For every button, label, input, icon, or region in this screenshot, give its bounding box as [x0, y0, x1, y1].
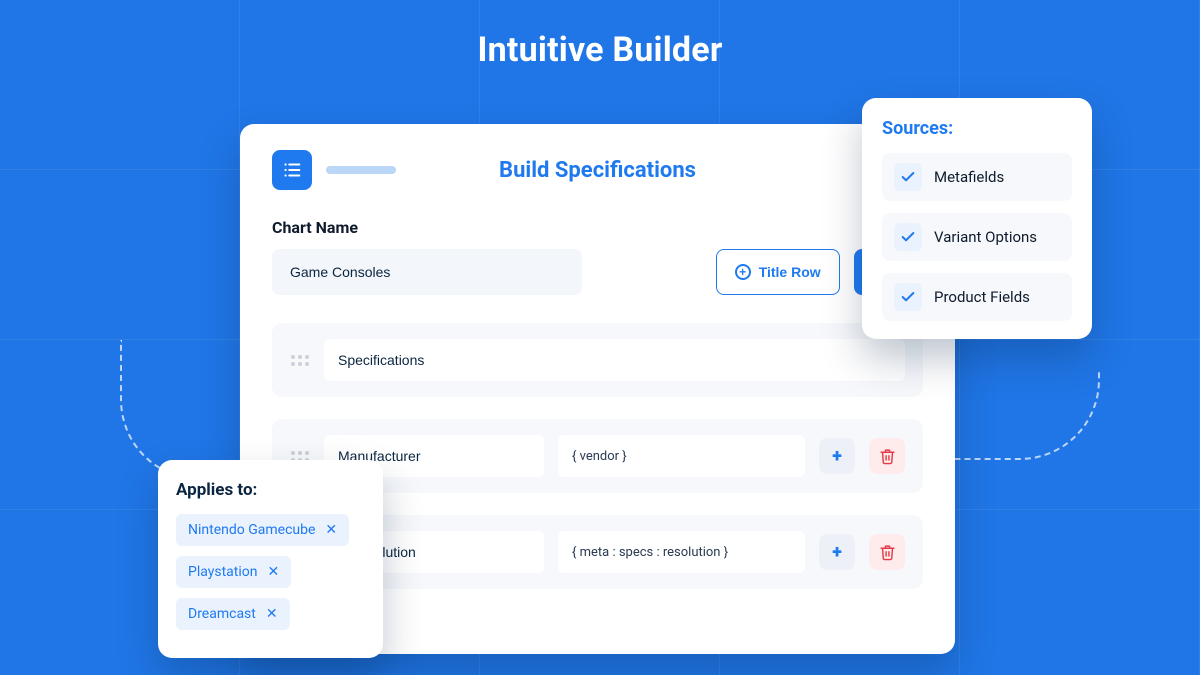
chart-name-input[interactable] — [272, 249, 582, 295]
plus-circle-icon — [735, 264, 751, 280]
check-icon — [894, 223, 922, 251]
applies-tag[interactable]: Playstation ✕ — [176, 556, 291, 588]
row-delete-button[interactable] — [869, 534, 905, 570]
builder-title: Build Specifications — [272, 158, 923, 183]
builder-header: Build Specifications — [272, 150, 923, 190]
chart-name-label: Chart Name — [272, 218, 923, 237]
remove-tag-icon[interactable]: ✕ — [325, 522, 337, 538]
row-add-button[interactable]: + — [819, 438, 855, 474]
applies-tag[interactable]: Nintendo Gamecube ✕ — [176, 514, 349, 546]
spec-row-value[interactable]: { vendor } — [558, 435, 805, 477]
source-item-metafields[interactable]: Metafields — [882, 153, 1072, 201]
spec-title-row — [272, 323, 923, 397]
applies-tag-label: Nintendo Gamecube — [188, 522, 315, 538]
sources-title: Sources: — [882, 118, 1072, 139]
chart-name-row: Title Row S — [272, 249, 923, 295]
applies-tag-label: Playstation — [188, 564, 258, 580]
source-item-variant-options[interactable]: Variant Options — [882, 213, 1072, 261]
source-item-product-fields[interactable]: Product Fields — [882, 273, 1072, 321]
source-item-label: Metafields — [934, 168, 1004, 186]
trash-icon — [879, 544, 896, 561]
add-title-row-button[interactable]: Title Row — [716, 249, 840, 295]
check-icon — [894, 163, 922, 191]
hero-title: Intuitive Builder — [0, 30, 1200, 70]
applies-tag[interactable]: Dreamcast ✕ — [176, 598, 290, 630]
spec-title-input[interactable] — [324, 339, 905, 381]
remove-tag-icon[interactable]: ✕ — [268, 564, 280, 580]
source-item-label: Variant Options — [934, 228, 1037, 246]
check-icon — [894, 283, 922, 311]
applies-to-title: Applies to: — [176, 480, 365, 500]
add-title-row-label: Title Row — [759, 264, 821, 280]
applies-tag-label: Dreamcast — [188, 606, 256, 622]
sources-card: Sources: Metafields Variant Options Prod… — [862, 98, 1092, 339]
spec-row-value[interactable]: { meta : specs : resolution } — [558, 531, 805, 573]
trash-icon — [879, 448, 896, 465]
applies-to-card: Applies to: Nintendo Gamecube ✕ Playstat… — [158, 460, 383, 658]
row-add-button[interactable]: + — [819, 534, 855, 570]
remove-tag-icon[interactable]: ✕ — [266, 606, 278, 622]
drag-handle-icon[interactable] — [290, 350, 310, 370]
source-item-label: Product Fields — [934, 288, 1030, 306]
row-delete-button[interactable] — [869, 438, 905, 474]
